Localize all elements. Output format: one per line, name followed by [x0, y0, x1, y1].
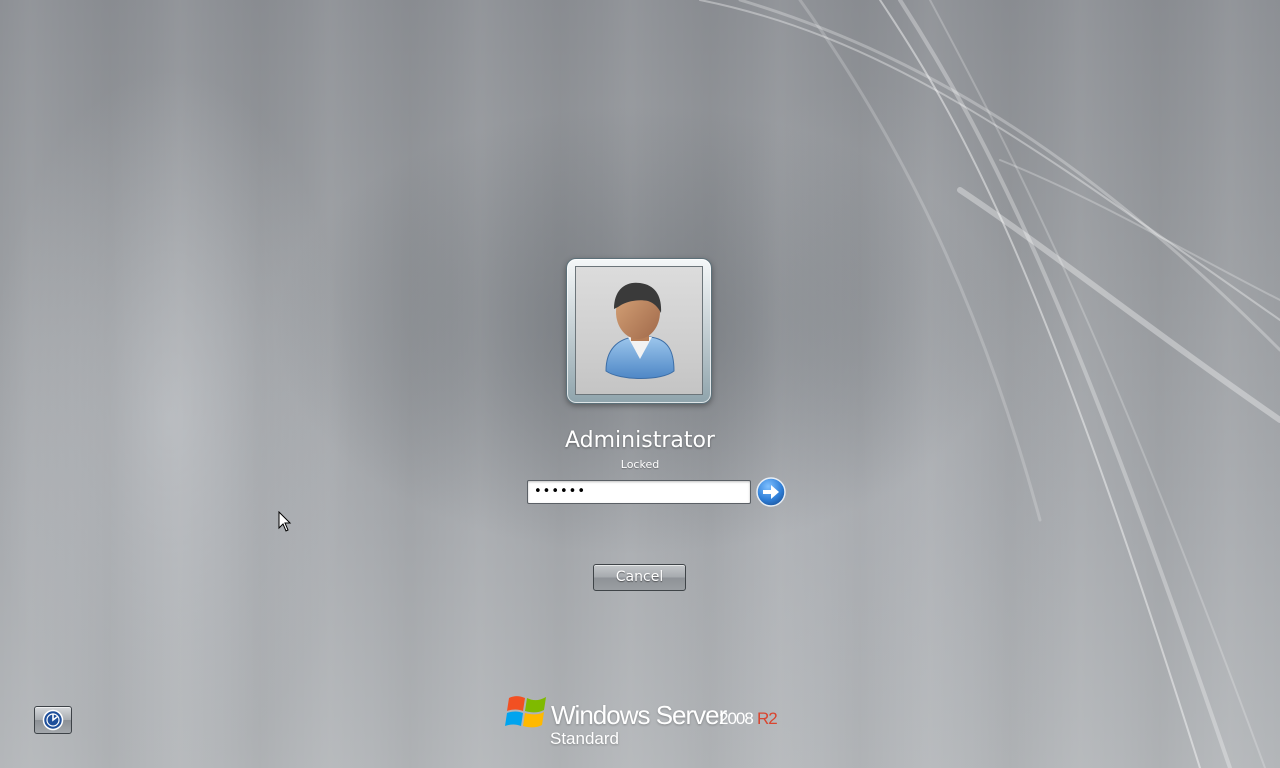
windows-server-branding: Windows Server 2008 R2 Standard [505, 692, 795, 752]
product-version: 2008 [719, 709, 754, 728]
user-status: Locked [620, 458, 660, 471]
user-tile[interactable] [566, 258, 712, 404]
mouse-pointer-icon [278, 511, 292, 532]
windows-flag-icon [505, 696, 546, 728]
ease-of-access-button[interactable] [34, 706, 72, 734]
product-release: R2 [757, 709, 778, 728]
user-avatar-icon [605, 282, 675, 379]
product-edition: Standard [550, 729, 619, 748]
submit-button[interactable] [756, 477, 786, 507]
ease-of-access-icon [42, 709, 64, 731]
cancel-button[interactable]: Cancel [593, 564, 686, 591]
user-tile-picture [575, 266, 703, 395]
product-name: Windows Server [551, 700, 727, 730]
arrow-right-icon [756, 477, 786, 507]
password-field[interactable]: •••••• [527, 480, 751, 504]
user-name: Administrator [565, 428, 715, 453]
